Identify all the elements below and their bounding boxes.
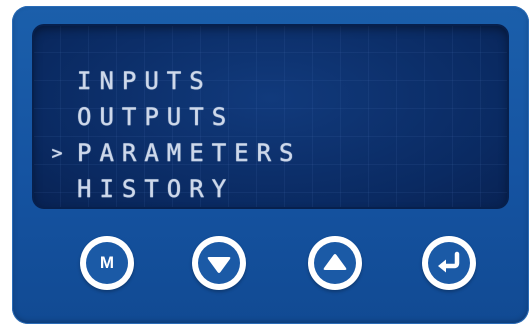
up-triangle-icon [314, 242, 356, 284]
menu-button-label: M [99, 253, 115, 272]
menu-item-parameters[interactable]: > PARAMETERS [45, 136, 302, 170]
menu-item-label: INPUTS [77, 67, 212, 95]
down-button[interactable] [192, 236, 246, 290]
enter-button[interactable] [422, 236, 476, 290]
menu-item-inputs[interactable]: INPUTS [77, 64, 212, 98]
menu-item-label: PARAMETERS [77, 139, 302, 167]
enter-return-icon [428, 242, 470, 284]
menu-item-outputs[interactable]: OUTPUTS [77, 100, 234, 134]
down-triangle-icon-svg [207, 257, 231, 273]
up-triangle-icon-svg [323, 254, 347, 270]
menu-button-face: M [86, 242, 128, 284]
menu-item-label: OUTPUTS [77, 103, 235, 131]
lcd-display: INPUTS OUTPUTS > PARAMETERS HISTORY [32, 24, 509, 209]
selection-cursor: > [51, 143, 71, 164]
down-triangle-icon [198, 242, 240, 284]
menu-item-history[interactable]: HISTORY [77, 172, 234, 206]
enter-return-icon-svg [438, 251, 460, 273]
controller-panel: INPUTS OUTPUTS > PARAMETERS HISTORY M [12, 6, 529, 324]
button-row: M [12, 236, 529, 306]
up-button[interactable] [308, 236, 362, 290]
menu-button[interactable]: M [80, 236, 134, 290]
menu-item-label: HISTORY [77, 175, 235, 203]
